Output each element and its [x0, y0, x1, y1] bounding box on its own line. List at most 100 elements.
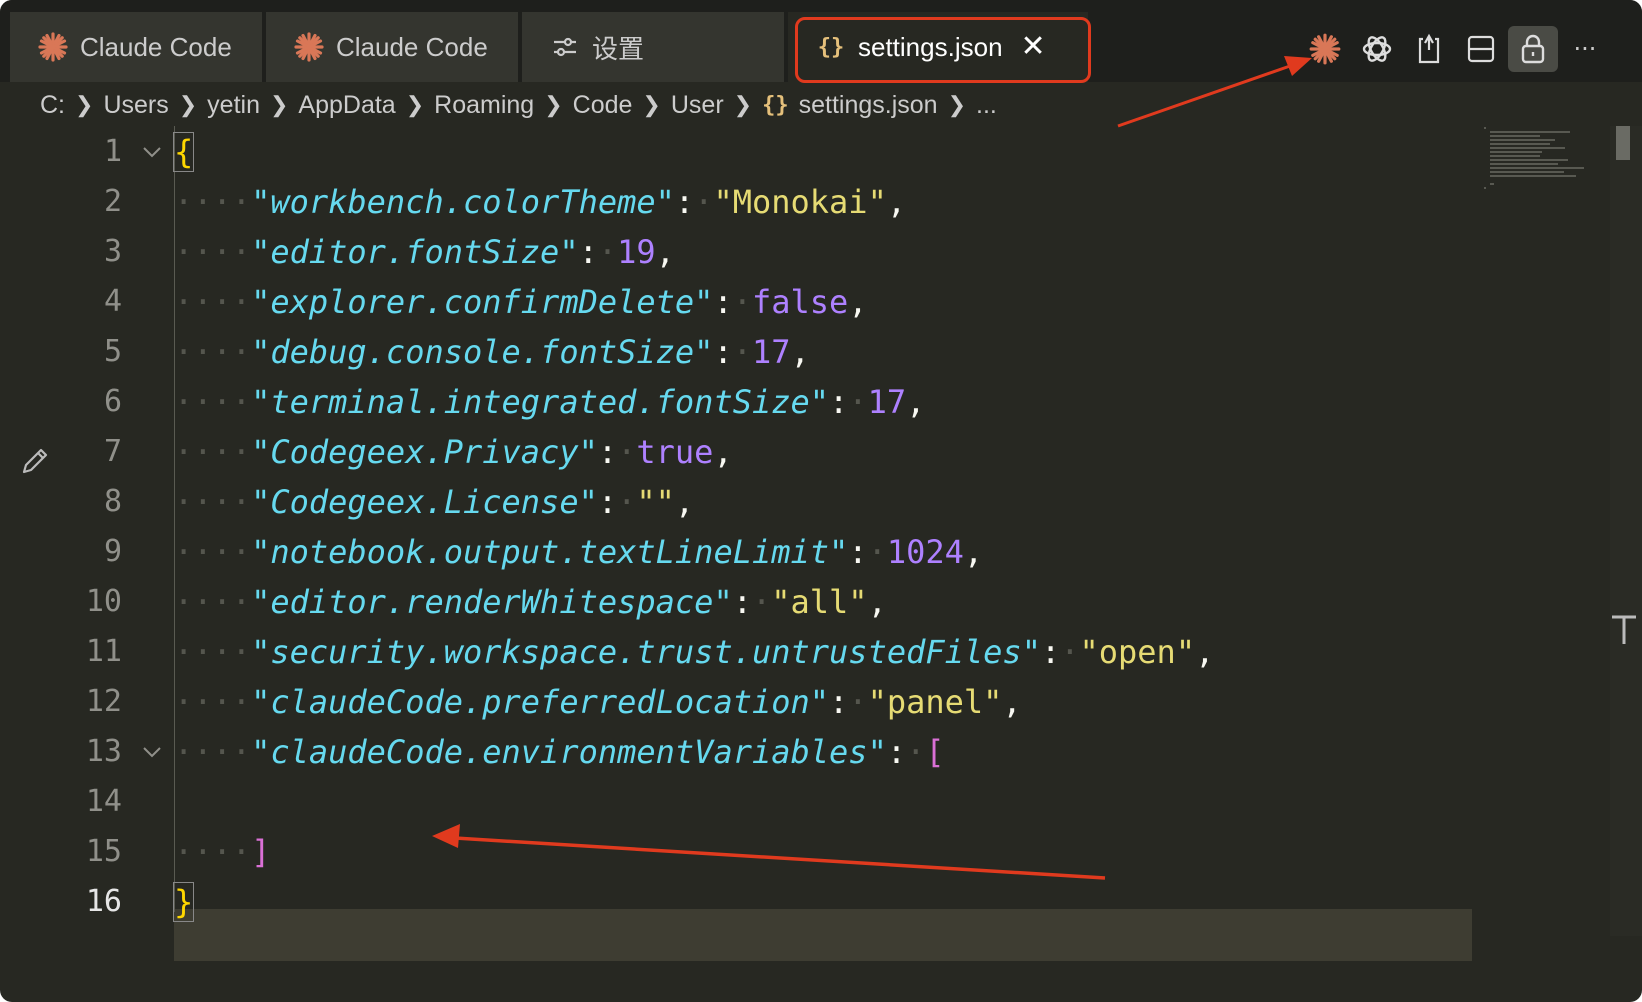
whitespace-dots: ···· [174, 233, 252, 271]
breadcrumb-item[interactable]: C: [40, 91, 65, 120]
line-number: 9 [103, 534, 122, 569]
comma: , [1195, 633, 1215, 671]
colon: : [732, 583, 752, 621]
tab-claude-code-1[interactable]: Claude Code [10, 12, 262, 82]
code-line[interactable]: 12 ····"claudeCode.preferredLocation":·"… [0, 676, 1470, 728]
whitespace-dots: ···· [174, 583, 252, 621]
code-line[interactable]: 13 ····"claudeCode.environmentVariables"… [0, 726, 1470, 778]
code-line[interactable]: 14 [0, 776, 1470, 828]
colon: : [674, 183, 695, 221]
code-text: } [172, 876, 195, 928]
code-line[interactable]: 11 ····"security.workspace.trust.untrust… [0, 626, 1470, 678]
claude-asterisk-icon[interactable] [1300, 26, 1350, 72]
chevron-right-icon: ❯ [642, 92, 661, 117]
code-line[interactable]: 2 ····"workbench.colorTheme":·"Monokai", [0, 176, 1470, 228]
line-number: 5 [103, 334, 122, 369]
comma: , [867, 583, 887, 621]
code-text: ····"editor.fontSize":·19, [174, 226, 675, 278]
whitespace-dot: · [848, 383, 868, 421]
annotation-highlight-box [795, 17, 1091, 83]
line-number: 10 [85, 584, 122, 619]
whitespace-dot: · [1060, 633, 1080, 671]
code-line[interactable]: 1 { [0, 126, 1470, 178]
code-text: ····"explorer.confirmDelete":·false, [174, 276, 868, 328]
json-key: "terminal.integrated.fontSize" [251, 383, 830, 421]
breadcrumb-item[interactable]: User [671, 91, 724, 120]
breadcrumb-item[interactable]: yetin [207, 91, 260, 120]
code-line[interactable]: 9 ····"notebook.output.textLineLimit":·1… [0, 526, 1470, 578]
breadcrumb-item[interactable]: AppData [298, 91, 395, 120]
whitespace-dots: ···· [174, 483, 252, 521]
breadcrumb-item[interactable]: Roaming [434, 91, 534, 120]
code-line[interactable]: 15 ····] [0, 826, 1470, 878]
colon: : [597, 433, 618, 471]
chevron-down-icon[interactable] [138, 138, 166, 166]
breadcrumb-item[interactable]: Users [103, 91, 168, 120]
comma: , [906, 383, 926, 421]
vertical-scrollbar[interactable] [1610, 126, 1642, 936]
open-changes-icon[interactable] [1404, 26, 1454, 72]
colon: : [1040, 633, 1061, 671]
chevron-right-icon: ❯ [178, 92, 198, 117]
breadcrumb-item[interactable]: Code [573, 91, 633, 120]
minimap[interactable] [1480, 126, 1590, 206]
line-number: 6 [103, 384, 122, 419]
json-key: "security.workspace.trust.untrustedFiles… [251, 633, 1041, 671]
lock-icon[interactable] [1508, 26, 1558, 72]
breadcrumb-item[interactable]: ... [976, 91, 997, 120]
code-line[interactable]: 4 ····"explorer.confirmDelete":·false, [0, 276, 1470, 328]
chevron-right-icon: ❯ [947, 92, 966, 117]
code-text: ····"claudeCode.preferredLocation":·"pan… [174, 676, 1022, 728]
colon: : [848, 533, 868, 571]
code-line[interactable]: 8 ····"Codegeex.License":·"", [0, 476, 1470, 528]
code-line[interactable]: 16 } [0, 876, 1470, 928]
openai-icon[interactable] [1352, 26, 1402, 72]
whitespace-dot: · [751, 583, 772, 621]
whitespace-dot: · [867, 533, 887, 571]
chevron-right-icon: ❯ [544, 92, 563, 117]
editor-actions: ··· [1300, 24, 1612, 74]
json-value: 1024 [886, 533, 964, 571]
code-text: ····"debug.console.fontSize":·17, [174, 326, 810, 378]
chevron-right-icon: ❯ [75, 92, 94, 117]
line-number: 13 [85, 734, 122, 769]
code-line[interactable]: 6 ····"terminal.integrated.fontSize":·17… [0, 376, 1470, 428]
breadcrumb-item[interactable]: settings.json [799, 91, 938, 120]
code-text: ····"Codegeex.License":·"", [174, 476, 694, 528]
json-value: "all" [771, 583, 868, 621]
tab-settings[interactable]: 设置 [522, 12, 784, 82]
tab-bar: Claude Code Claude Code 设置 {} settings.j… [0, 0, 1642, 83]
comma: , [790, 333, 810, 371]
code-line[interactable]: 7 ····"Codegeex.Privacy":·true, [0, 426, 1470, 478]
split-editor-icon[interactable] [1456, 26, 1506, 72]
code-line[interactable]: 3 ····"editor.fontSize":·19, [0, 226, 1470, 278]
code-line[interactable]: 10 ····"editor.renderWhitespace":·"all", [0, 576, 1470, 628]
open-bracket: [ [925, 733, 945, 771]
line-number: 3 [103, 234, 122, 269]
chevron-right-icon: ❯ [269, 92, 289, 117]
line-number: 8 [103, 484, 122, 519]
line-number: 2 [103, 184, 122, 219]
whitespace-dots: ···· [174, 533, 252, 571]
json-value: "open" [1079, 633, 1196, 671]
more-icon[interactable]: ··· [1560, 26, 1610, 72]
open-brace: { [172, 132, 195, 172]
pencil-icon[interactable] [18, 444, 52, 478]
json-key: "notebook.output.textLineLimit" [251, 533, 849, 571]
chevron-down-icon[interactable] [138, 738, 166, 766]
json-value: false [751, 283, 849, 321]
whitespace-dots: ···· [174, 183, 252, 221]
chevron-right-icon: ❯ [405, 92, 425, 117]
json-key: "workbench.colorTheme" [251, 183, 675, 221]
json-value: 19 [617, 233, 656, 271]
scrollbar-thumb[interactable] [1616, 126, 1630, 160]
code-editor[interactable]: 1 { 2 ····"workbench.colorTheme":·"Monok… [0, 126, 1610, 1002]
json-key: "editor.fontSize" [251, 233, 579, 271]
line-number: 14 [85, 784, 122, 819]
json-key: "debug.console.fontSize" [251, 333, 714, 371]
colon: : [829, 383, 849, 421]
tab-claude-code-2[interactable]: Claude Code [266, 12, 518, 82]
json-key: "Codegeex.License" [251, 483, 598, 521]
whitespace-dots: ···· [174, 433, 252, 471]
code-line[interactable]: 5 ····"debug.console.fontSize":·17, [0, 326, 1470, 378]
